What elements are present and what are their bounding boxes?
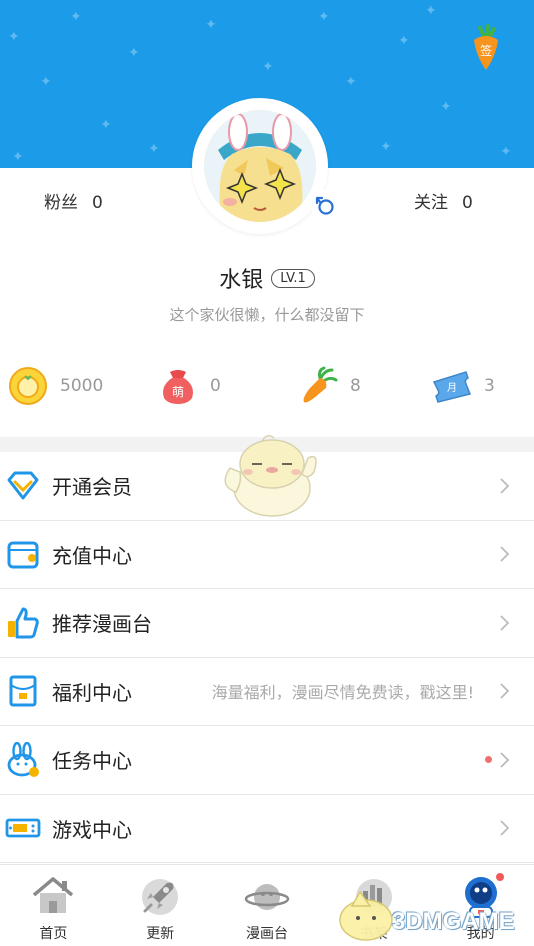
- avatar-image: [204, 110, 316, 222]
- menu-item-recharge[interactable]: 充值中心: [0, 521, 534, 589]
- coins-value: 5000: [60, 376, 104, 396]
- chevron-right-icon: [500, 478, 510, 494]
- meng-bag-text: 萌: [172, 385, 184, 399]
- planet-icon: [244, 884, 290, 910]
- level-badge: LV.1: [271, 268, 315, 288]
- daily-sign-in-button[interactable]: 签: [470, 24, 502, 72]
- carrots-value: 8: [350, 376, 361, 396]
- menu-label: 福利中心: [52, 680, 132, 705]
- menu-label: 开通会员: [52, 475, 132, 500]
- carrot-sign-icon: 签: [474, 24, 498, 70]
- fans-count: 0: [92, 193, 103, 213]
- gender-male-icon: [311, 190, 341, 220]
- menu-label: 游戏中心: [52, 817, 132, 842]
- chevron-right-icon: [500, 546, 510, 562]
- menu-label: 推荐漫画台: [52, 612, 152, 637]
- home-icon: [33, 877, 74, 913]
- tab-updates[interactable]: 更新: [107, 865, 214, 946]
- username: 水银: [219, 268, 264, 293]
- rabbit-icon: [7, 741, 39, 777]
- menu-item-tasks[interactable]: 任务中心: [0, 726, 534, 795]
- asset-tickets[interactable]: 月 3: [432, 364, 495, 408]
- gamepad-icon: [5, 818, 41, 838]
- tickets-value: 3: [484, 376, 495, 396]
- tab-manhuatai[interactable]: 漫画台: [214, 865, 321, 946]
- avatar[interactable]: [192, 98, 328, 234]
- meng-value: 0: [210, 376, 221, 396]
- menu-item-recommend[interactable]: 推荐漫画台: [0, 589, 534, 658]
- wallet-icon: [7, 541, 39, 569]
- follow-label: 关注: [414, 193, 448, 213]
- watermark-text: 3DMGAME: [392, 908, 515, 935]
- sign-icon-text: 签: [480, 43, 492, 58]
- chevron-right-icon: [500, 683, 510, 699]
- welfare-hint: 海量福利，漫画尽情免费读，戳这里!: [211, 683, 474, 703]
- carrot-icon: [303, 366, 338, 403]
- asset-coins[interactable]: 5000: [8, 364, 103, 408]
- follow-count: 0: [462, 193, 473, 213]
- ticket-icon: 月: [432, 371, 472, 403]
- gift-envelope-icon: [9, 675, 37, 707]
- asset-carrots[interactable]: 8: [298, 364, 361, 408]
- coin-icon: [9, 367, 47, 405]
- follow-stat[interactable]: 关注 0: [414, 188, 473, 213]
- chevron-right-icon: [500, 820, 510, 836]
- thumbs-up-icon: [8, 607, 39, 639]
- tab-home[interactable]: 首页: [0, 865, 107, 946]
- chevron-right-icon: [500, 615, 510, 631]
- chevron-right-icon: [500, 752, 510, 768]
- username-row: 水银 LV.1: [0, 262, 534, 294]
- tab-label: 首页: [39, 926, 68, 942]
- diamond-icon: [7, 471, 39, 500]
- tab-label: 漫画台: [245, 926, 288, 942]
- meng-bag-icon: 萌: [163, 370, 193, 404]
- tab-label: 更新: [146, 926, 175, 942]
- menu-item-games[interactable]: 游戏中心: [0, 795, 534, 863]
- ticket-icon-text: 月: [447, 382, 457, 394]
- rocket-icon: [142, 879, 179, 915]
- menu-item-welfare[interactable]: 福利中心 海量福利，漫画尽情免费读，戳这里!: [0, 658, 534, 726]
- fans-label: 粉丝: [44, 193, 78, 213]
- new-task-dot: [485, 756, 492, 764]
- asset-meng[interactable]: 萌 0: [158, 364, 221, 408]
- fans-stat[interactable]: 粉丝 0: [44, 188, 103, 213]
- user-bio: 这个家伙很懒，什么都没留下: [169, 306, 365, 324]
- menu-label: 充值中心: [52, 543, 132, 568]
- floating-mascot-icon: [224, 435, 317, 517]
- menu-label: 任务中心: [52, 749, 132, 774]
